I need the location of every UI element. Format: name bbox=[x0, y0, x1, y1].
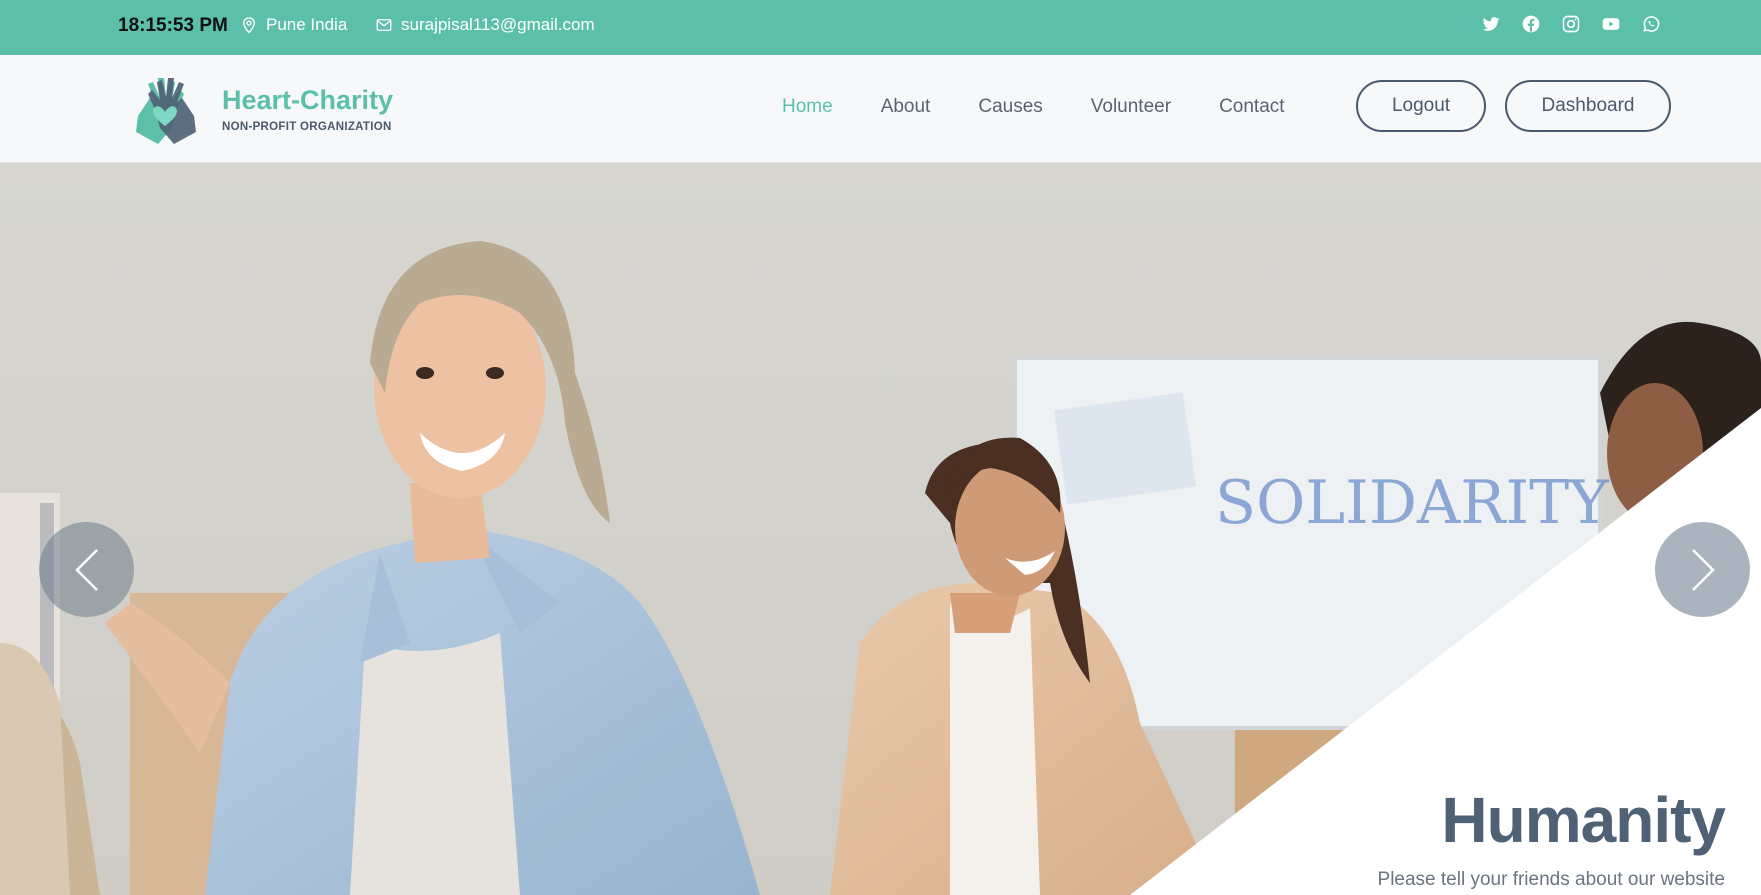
envelope-icon bbox=[376, 19, 392, 31]
nav-link-home[interactable]: Home bbox=[782, 96, 833, 118]
nav-link-about[interactable]: About bbox=[881, 96, 931, 118]
clock: 18:15:53 PM bbox=[118, 15, 228, 36]
instagram-icon[interactable] bbox=[1561, 14, 1581, 34]
nav-link-causes[interactable]: Causes bbox=[978, 96, 1042, 118]
main-navbar: Heart-Charity NON-PROFIT ORGANIZATION Ho… bbox=[0, 55, 1761, 163]
chevron-left-icon bbox=[74, 548, 98, 591]
email-text[interactable]: surajpisal113@gmail.com bbox=[401, 15, 595, 35]
top-info-bar: 18:15:53 PM Pune India surajpisal113@gma… bbox=[0, 0, 1761, 55]
chevron-right-icon bbox=[1691, 548, 1715, 591]
brand-name[interactable]: Heart-Charity bbox=[222, 85, 393, 116]
facebook-icon[interactable] bbox=[1521, 14, 1541, 34]
nav-link-volunteer[interactable]: Volunteer bbox=[1091, 96, 1171, 118]
svg-text:SOLIDARITY: SOLIDARITY bbox=[1215, 468, 1610, 538]
carousel-prev-button[interactable] bbox=[39, 522, 134, 617]
location-text: Pune India bbox=[266, 15, 348, 34]
youtube-icon[interactable] bbox=[1601, 14, 1621, 34]
logout-button[interactable]: Logout bbox=[1356, 80, 1486, 132]
brand-tagline: NON-PROFIT ORGANIZATION bbox=[222, 121, 392, 133]
twitter-icon[interactable] bbox=[1481, 14, 1501, 34]
whatsapp-icon[interactable] bbox=[1641, 14, 1661, 34]
map-pin-icon bbox=[243, 17, 255, 34]
charity-logo-icon[interactable] bbox=[128, 72, 202, 146]
nav-link-contact[interactable]: Contact bbox=[1219, 96, 1284, 118]
carousel-next-button[interactable] bbox=[1655, 522, 1750, 617]
location-info: Pune India bbox=[240, 15, 347, 35]
dashboard-button[interactable]: Dashboard bbox=[1505, 80, 1671, 132]
social-links bbox=[1481, 14, 1661, 34]
email-info[interactable]: surajpisal113@gmail.com bbox=[375, 15, 595, 35]
hero-carousel: SOLIDARITY Humanity Please tell your fri… bbox=[0, 163, 1761, 895]
hero-subtitle: Please tell your friends about our websi… bbox=[1377, 869, 1725, 890]
hero-title: Humanity bbox=[1441, 784, 1726, 856]
nav-links: Home About Causes Volunteer Contact bbox=[782, 96, 1333, 118]
